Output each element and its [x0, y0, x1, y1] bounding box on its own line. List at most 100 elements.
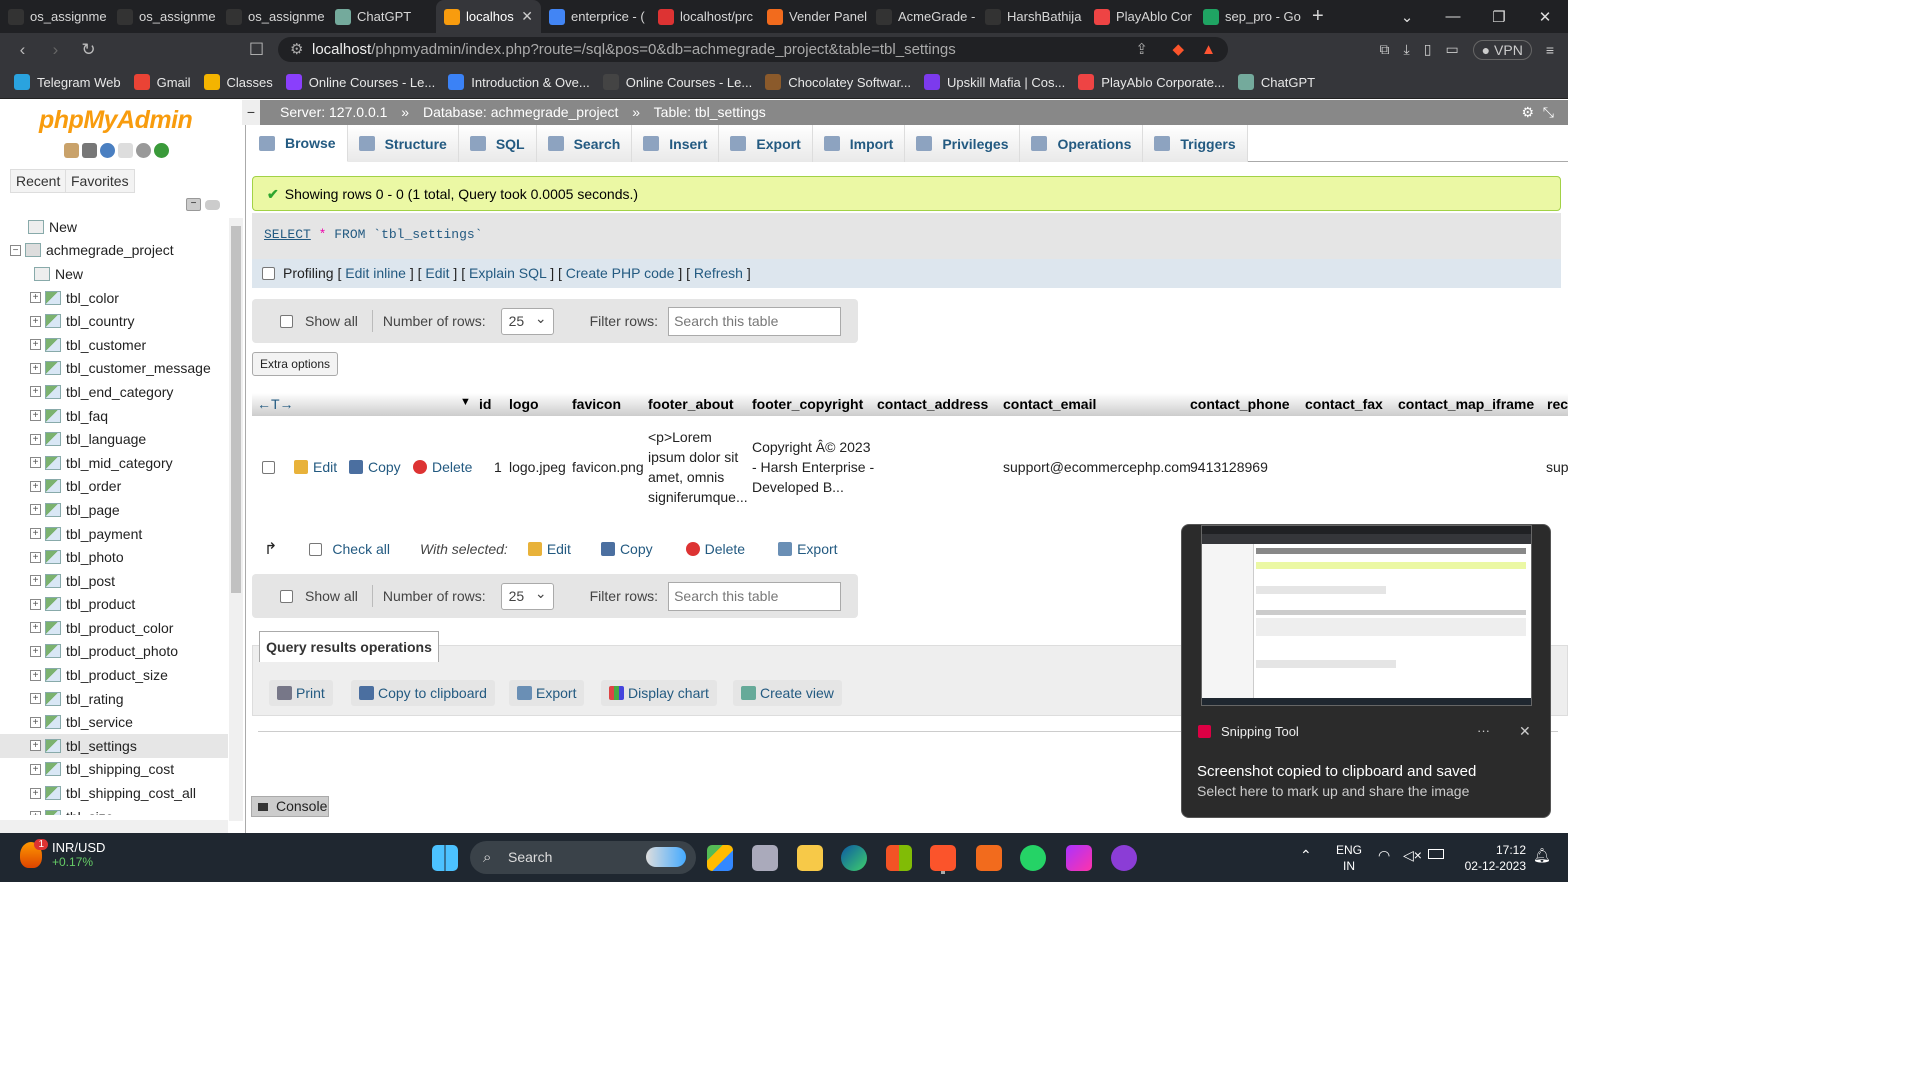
collapse-icon[interactable]: −	[10, 244, 21, 256]
tree-database[interactable]: − achmegrade_project	[0, 239, 228, 263]
tab-privileges[interactable]: Privileges	[905, 125, 1021, 162]
filter-input[interactable]: Search this table	[668, 581, 842, 611]
wallet-icon[interactable]: ▭	[1445, 41, 1458, 58]
print-button[interactable]: Print	[269, 680, 333, 706]
create-view-button[interactable]: Create view	[733, 680, 842, 706]
copy-to-clipboard-button[interactable]: Copy to clipboard	[351, 680, 495, 706]
xampp-icon[interactable]	[976, 845, 1002, 871]
column-header[interactable]: contact_phone	[1190, 396, 1290, 412]
column-header[interactable]: favicon	[572, 396, 621, 412]
maximize-icon[interactable]: ⤡	[1543, 100, 1554, 125]
cell-rec[interactable]: sup	[1546, 457, 1569, 477]
expand-icon[interactable]: +	[30, 811, 41, 815]
winrar-icon[interactable]	[1066, 845, 1092, 871]
column-header[interactable]: contact_email	[1003, 396, 1096, 412]
stock-widget[interactable]: 1 INR/USD +0.17%	[20, 838, 105, 869]
tree-table-item[interactable]: + tbl_payment	[0, 522, 228, 546]
browser-tab[interactable]: ChatGPT	[327, 0, 436, 33]
minimize-icon[interactable]: —	[1430, 8, 1476, 25]
sql-keyword[interactable]: SELECT	[264, 227, 311, 242]
tree-table-item[interactable]: + tbl_customer_message	[0, 357, 228, 381]
tree-table-item[interactable]: + tbl_shipping_cost_all	[0, 781, 228, 805]
page-settings-icon[interactable]: ⚙	[1521, 100, 1534, 125]
rows-select[interactable]: 25	[500, 306, 554, 335]
window-close-icon[interactable]: ✕	[1522, 8, 1568, 26]
cell-footer-about[interactable]: <p>Lorem ipsum dolor sit amet, omnis signif…	[648, 427, 748, 507]
close-tab-icon[interactable]: ✕	[521, 8, 533, 25]
browser-tab[interactable]: AcmeGrade -	[868, 0, 977, 33]
column-header[interactable]: contact_address	[877, 396, 988, 412]
bookmark-item[interactable]: Online Courses - Le...	[285, 74, 444, 90]
favorites-button[interactable]: Favorites	[65, 169, 135, 193]
tree-table-item[interactable]: + tbl_rating	[0, 687, 228, 711]
expand-icon[interactable]: +	[30, 645, 41, 657]
snipping-tool-notification[interactable]: Snipping Tool ··· ✕ Screenshot copied to…	[1181, 524, 1551, 818]
tree-table-item[interactable]: +tbl_size	[0, 805, 228, 815]
bookmark-item[interactable]: Online Courses - Le...	[602, 74, 761, 90]
new-tab-button[interactable]: +	[1304, 0, 1334, 33]
bulk-export-button[interactable]: Export	[778, 541, 838, 557]
explain-sql-link[interactable]: Explain SQL	[469, 265, 546, 281]
tree-table-item[interactable]: + tbl_customer	[0, 333, 228, 357]
bulk-copy-button[interactable]: Copy	[600, 541, 653, 557]
tree-table-item[interactable]: + tbl_page	[0, 498, 228, 522]
tree-table-item[interactable]: + tbl_faq	[0, 404, 228, 428]
profiling-checkbox[interactable]	[262, 267, 275, 280]
cell-favicon[interactable]: favicon.png	[572, 457, 644, 477]
close-icon[interactable]: ✕	[1519, 723, 1531, 740]
sort-arrow-icon[interactable]: ▼	[460, 396, 471, 408]
row-edit-button[interactable]: Edit	[294, 457, 337, 477]
docs-icon[interactable]	[118, 143, 133, 158]
column-header[interactable]: footer_about	[648, 396, 734, 412]
tree-table-item[interactable]: + tbl_product_photo	[0, 640, 228, 664]
collapse-all-icon[interactable]: −	[186, 198, 201, 211]
expand-icon[interactable]: +	[30, 410, 41, 422]
settings-icon[interactable]	[136, 143, 151, 158]
tree-table-item[interactable]: + tbl_service	[0, 710, 228, 734]
column-header[interactable]: contact_map_iframe	[1398, 396, 1534, 412]
tab-sql[interactable]: SQL	[458, 125, 537, 162]
export-button[interactable]: Export	[509, 680, 585, 706]
cell-footer-copyright[interactable]: Copyright Â© 2023- Harsh Enterprise - Dev…	[752, 437, 877, 497]
browser-tab[interactable]: localhost/prc	[650, 0, 759, 33]
file-explorer-icon[interactable]	[797, 845, 823, 871]
menu-icon[interactable]: ≡	[1546, 42, 1554, 58]
tree-new-table[interactable]: New	[0, 262, 228, 286]
cell-logo[interactable]: logo.jpeg	[509, 457, 566, 477]
tree-table-item[interactable]: + tbl_end_category	[0, 380, 228, 404]
browser-tab[interactable]: localhos ✕	[436, 0, 541, 33]
expand-icon[interactable]: +	[30, 315, 41, 327]
notification-bell-icon[interactable]: 🔔︎	[1533, 847, 1551, 864]
tree-table-item[interactable]: + tbl_product_size	[0, 663, 228, 687]
expand-icon[interactable]: +	[30, 386, 41, 398]
tab-insert[interactable]: Insert	[632, 125, 720, 162]
tree-table-item[interactable]: + tbl_shipping_cost	[0, 758, 228, 782]
edit-inline-link[interactable]: Edit inline	[345, 265, 406, 281]
cell-contact-email[interactable]: support@ecommercephp.com	[1003, 457, 1191, 477]
cell-id[interactable]: 1	[494, 457, 502, 477]
tab-export[interactable]: Export	[719, 125, 813, 162]
console-button[interactable]: Console	[251, 796, 329, 817]
tree-table-item[interactable]: + tbl_mid_category	[0, 451, 228, 475]
column-resize-icon[interactable]: ←T→	[257, 396, 294, 412]
expand-icon[interactable]: +	[30, 292, 41, 304]
link-icon[interactable]	[205, 200, 220, 210]
wifi-icon[interactable]: ◠	[1378, 847, 1390, 864]
show-all-checkbox[interactable]	[280, 314, 293, 328]
tab-triggers[interactable]: Triggers	[1143, 125, 1248, 162]
more-options-icon[interactable]: ···	[1477, 723, 1490, 738]
reload-nav-icon[interactable]	[154, 143, 169, 158]
tray-chevron-icon[interactable]: ⌃	[1300, 847, 1312, 864]
bulk-delete-button[interactable]: Delete	[685, 541, 745, 557]
expand-icon[interactable]: +	[30, 339, 41, 351]
extensions-icon[interactable]: ⧉	[1380, 41, 1390, 58]
tab-browse[interactable]: Browse	[248, 125, 348, 162]
tab-structure[interactable]: Structure	[347, 125, 459, 162]
expand-icon[interactable]: +	[30, 457, 41, 469]
collapse-panel-icon[interactable]: −	[242, 100, 260, 125]
tree-table-item[interactable]: + tbl_product	[0, 593, 228, 617]
breadcrumb-table[interactable]: Table: tbl_settings	[654, 104, 766, 120]
whatsapp-icon[interactable]	[1020, 845, 1046, 871]
bookmark-item[interactable]: Gmail	[133, 74, 200, 90]
expand-icon[interactable]: +	[30, 716, 41, 728]
